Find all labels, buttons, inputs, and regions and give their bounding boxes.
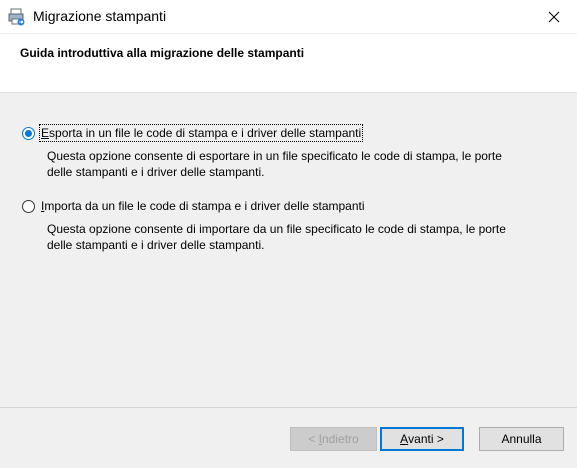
export-description: Questa opzione consente di esportare in … <box>47 149 502 179</box>
close-button[interactable] <box>531 0 577 33</box>
next-button[interactable]: Avanti > <box>380 427 464 451</box>
printer-migration-icon <box>8 8 26 26</box>
export-label[interactable]: Esporta in un file le code di stampa e i… <box>38 124 364 142</box>
wizard-heading: Guida introduttiva alla migrazione delle… <box>20 46 305 60</box>
title-bar: Migrazione stampanti <box>0 0 577 34</box>
import-description: Questa opzione consente di importare da … <box>47 222 506 252</box>
cancel-button[interactable]: Annulla <box>479 427 564 451</box>
close-icon <box>548 11 560 22</box>
export-radio[interactable] <box>22 127 35 140</box>
window-title: Migrazione stampanti <box>33 8 167 24</box>
wizard-header: Guida introduttiva alla migrazione delle… <box>0 34 577 93</box>
back-button[interactable]: < Indietro <box>290 427 377 451</box>
import-radio[interactable] <box>22 200 35 213</box>
wizard-footer: < Indietro Avanti > Annulla <box>0 407 577 468</box>
import-label[interactable]: Importa da un file le code di stampa e i… <box>41 199 365 213</box>
wizard-content: Esporta in un file le code di stampa e i… <box>0 93 577 407</box>
